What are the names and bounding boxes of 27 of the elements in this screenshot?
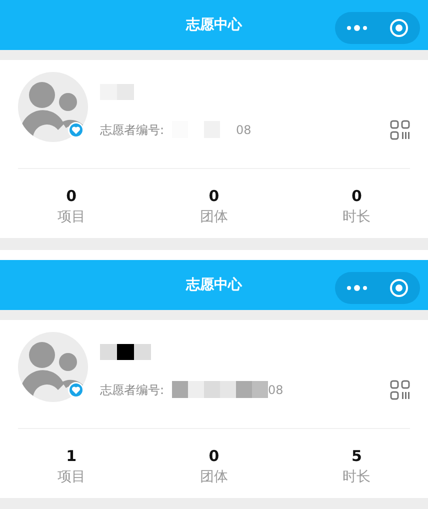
id-suffix: 08	[268, 383, 284, 397]
stat-value: 5	[351, 447, 362, 465]
page-title: 志愿中心	[186, 276, 242, 294]
more-icon[interactable]	[346, 24, 368, 32]
avatar-icon	[18, 332, 88, 402]
avatar-icon	[18, 72, 88, 142]
more-icon[interactable]	[346, 284, 368, 292]
stat-value: 0	[208, 187, 220, 205]
id-label: 志愿者编号:	[100, 122, 164, 138]
stat-label: 项目	[57, 468, 86, 486]
stat-label: 时长	[342, 208, 371, 226]
close-icon[interactable]	[389, 18, 410, 38]
stat-label: 项目	[57, 208, 86, 226]
qr-code-icon[interactable]	[390, 120, 410, 140]
close-icon[interactable]	[389, 278, 410, 298]
stat-value: 0	[66, 187, 77, 205]
id-suffix: 08	[236, 123, 252, 137]
id-label: 志愿者编号:	[100, 382, 164, 398]
stat-label: 团体	[200, 468, 228, 486]
stat-value: 0	[351, 187, 362, 205]
qr-code-icon[interactable]	[390, 380, 410, 400]
stat-value: 1	[66, 447, 77, 465]
stat-value: 0	[208, 447, 220, 465]
stat-label: 时长	[342, 468, 371, 486]
stat-label: 团体	[200, 208, 228, 226]
page-title: 志愿中心	[186, 16, 242, 34]
name-mosaic	[100, 344, 151, 360]
